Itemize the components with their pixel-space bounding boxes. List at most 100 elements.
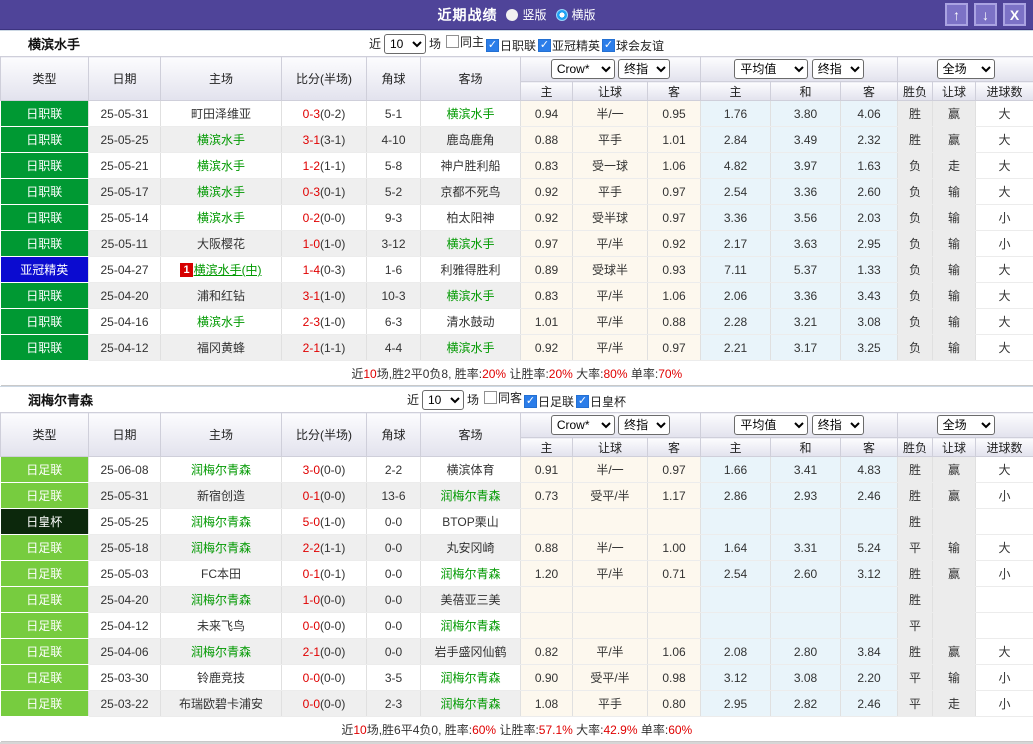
filter-checkbox[interactable]: ✓日职联 <box>486 37 536 54</box>
league-cell: 亚冠精英 <box>1 257 89 283</box>
crown-away-odds-cell: 0.95 <box>648 101 701 127</box>
euro-home-odds-cell: 3.12 <box>701 665 771 691</box>
euro-draw-odds-cell: 3.97 <box>771 153 841 179</box>
corner-cell: 5-8 <box>367 153 421 179</box>
crown-odds-type-select[interactable]: 终指 <box>618 59 670 79</box>
handicap-result-cell <box>933 613 976 639</box>
euro-avg-select[interactable]: 平均值 <box>734 59 808 79</box>
team-filter-bar: 横滨水手 近 10 场 同主✓日职联✓亚冠精英✓球会友谊 <box>0 30 1033 56</box>
close-button[interactable]: X <box>1003 3 1026 26</box>
team-name-text: 利雅得胜利 <box>440 263 500 277</box>
away-team-cell: 京都不死鸟 <box>421 179 521 205</box>
crown-home-odds-cell: 0.97 <box>521 231 573 257</box>
scroll-down-button[interactable]: ↓ <box>974 3 997 26</box>
league-cell: 日足联 <box>1 535 89 561</box>
score-cell: 1-4(0-3) <box>282 257 367 283</box>
filter-checkbox[interactable]: ✓日皇杯 <box>576 393 626 410</box>
euro-draw-odds-cell: 3.41 <box>771 457 841 483</box>
league-cell: 日足联 <box>1 639 89 665</box>
half-time-score: (0-0) <box>320 593 345 607</box>
euro-home-odds-cell: 7.11 <box>701 257 771 283</box>
away-team-cell: 横滨体育 <box>421 457 521 483</box>
away-team-cell: 横滨水手 <box>421 101 521 127</box>
score-cell: 0-3(0-1) <box>282 179 367 205</box>
date-cell: 25-05-21 <box>89 153 161 179</box>
crown-handicap-cell <box>573 613 648 639</box>
crown-home-odds-cell: 0.83 <box>521 153 573 179</box>
half-time-score: (0-0) <box>320 697 345 711</box>
filter-checkbox[interactable]: ✓日足联 <box>524 393 574 410</box>
summary-segment: 近 <box>341 723 353 737</box>
goals-result-cell: 大 <box>976 179 1033 205</box>
team-name-text: 润梅尔青森 <box>191 593 251 607</box>
crown-handicap-cell: 受球半 <box>573 257 648 283</box>
away-team-cell: 美蓓亚三美 <box>421 587 521 613</box>
corner-cell: 5-2 <box>367 179 421 205</box>
bookmaker-select[interactable]: Crow* <box>551 415 615 435</box>
date-cell: 25-04-06 <box>89 639 161 665</box>
recent-count-select[interactable]: 10 <box>422 390 464 410</box>
team-name-text: 横滨水手 <box>446 237 494 251</box>
half-time-score: (1-0) <box>320 237 345 251</box>
half-time-score: (0-0) <box>320 211 345 225</box>
result-cell: 胜 <box>898 639 933 665</box>
crown-odds-type-select[interactable]: 终指 <box>618 415 670 435</box>
filter-checkbox[interactable]: 同客 <box>484 389 522 406</box>
filter-checkbox[interactable]: 同主 <box>446 33 484 50</box>
match-row: 日职联25-05-17横滨水手0-3(0-1)5-2京都不死鸟0.92平手0.9… <box>1 179 1033 205</box>
euro-home-odds-cell: 2.21 <box>701 335 771 361</box>
full-time-score: 1-4 <box>303 263 320 277</box>
crown-away-odds-cell: 0.71 <box>648 561 701 587</box>
fulltime-scope-select[interactable]: 全场 <box>937 59 995 79</box>
euro-away-odds-cell: 3.25 <box>841 335 898 361</box>
crown-home-odds-cell: 1.20 <box>521 561 573 587</box>
team-name-text: 布瑞欧碧卡浦安 <box>179 697 263 711</box>
half-time-score: (0-1) <box>320 567 345 581</box>
euro-away-odds-cell: 4.06 <box>841 101 898 127</box>
filter-checkbox[interactable]: ✓亚冠精英 <box>538 37 600 54</box>
euro-avg-select[interactable]: 平均值 <box>734 415 808 435</box>
corner-cell: 10-3 <box>367 283 421 309</box>
crown-handicap-cell: 平手 <box>573 691 648 717</box>
crown-home-odds-cell: 0.83 <box>521 283 573 309</box>
full-time-score: 0-2 <box>303 211 320 225</box>
team-name-text: 鹿岛鹿角 <box>446 133 494 147</box>
filter-checkbox[interactable]: ✓球会友谊 <box>602 37 664 54</box>
col-euro-home: 主 <box>701 438 771 457</box>
col-home: 主场 <box>161 413 282 457</box>
team-name-text: 柏太阳神 <box>446 211 494 225</box>
euro-odds-type-select[interactable]: 终指 <box>812 415 864 435</box>
league-cell: 日足联 <box>1 613 89 639</box>
crown-home-odds-cell: 0.82 <box>521 639 573 665</box>
home-team-cell: 润梅尔青森 <box>161 639 282 665</box>
fulltime-scope-select[interactable]: 全场 <box>937 415 995 435</box>
euro-home-odds-cell: 2.17 <box>701 231 771 257</box>
euro-odds-type-select[interactable]: 终指 <box>812 59 864 79</box>
match-row: 日足联25-03-22布瑞欧碧卡浦安0-0(0-0)2-3润梅尔青森1.08平手… <box>1 691 1033 717</box>
scroll-up-button[interactable]: ↑ <box>945 3 968 26</box>
score-cell: 3-1(3-1) <box>282 127 367 153</box>
recent-count-select[interactable]: 10 <box>384 34 426 54</box>
euro-away-odds-cell: 2.46 <box>841 691 898 717</box>
crown-odds-group: Crow* 终指 <box>521 57 701 82</box>
team-name-text: 清水鼓动 <box>446 315 494 329</box>
euro-away-odds-cell <box>841 613 898 639</box>
euro-home-odds-cell: 2.95 <box>701 691 771 717</box>
result-cell: 胜 <box>898 101 933 127</box>
full-time-score: 0-1 <box>303 489 320 503</box>
euro-draw-odds-cell: 2.93 <box>771 483 841 509</box>
team-name-text: 横滨水手 <box>197 159 245 173</box>
full-time-score: 2-1 <box>303 341 320 355</box>
euro-away-odds-cell: 3.84 <box>841 639 898 665</box>
fulltime-group: 全场 <box>898 57 1033 82</box>
full-time-score: 0-3 <box>303 185 320 199</box>
layout-radio-horizontal[interactable]: 横版 <box>556 6 596 23</box>
corner-cell: 2-2 <box>367 457 421 483</box>
away-team-cell: 丸安冈崎 <box>421 535 521 561</box>
home-team-cell[interactable]: 1横滨水手(中) <box>161 257 282 283</box>
corner-cell: 6-3 <box>367 309 421 335</box>
goals-result-cell: 大 <box>976 309 1033 335</box>
bookmaker-select[interactable]: Crow* <box>551 59 615 79</box>
result-cell: 胜 <box>898 587 933 613</box>
layout-radio-vertical[interactable]: 竖版 <box>506 6 546 23</box>
